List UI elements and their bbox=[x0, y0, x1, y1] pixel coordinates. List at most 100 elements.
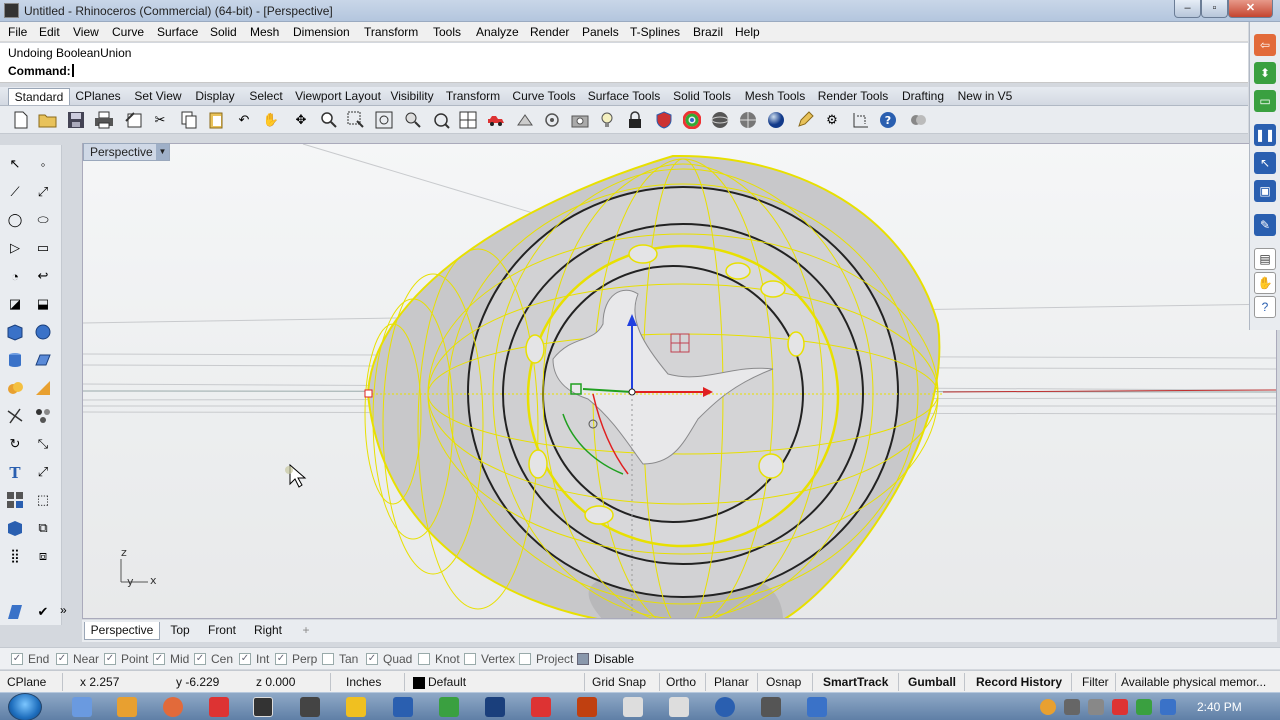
zoom-selected-icon[interactable] bbox=[402, 110, 424, 130]
status-cplane[interactable]: CPlane bbox=[7, 675, 46, 689]
pan-hand-icon[interactable]: ✋ bbox=[260, 110, 282, 130]
text-icon[interactable]: T bbox=[4, 461, 26, 483]
copy-icon[interactable] bbox=[178, 110, 200, 130]
pen-icon[interactable]: ✎ bbox=[1254, 214, 1276, 236]
tray-icon-4[interactable] bbox=[1112, 699, 1128, 715]
box-solid-icon[interactable] bbox=[4, 321, 26, 343]
pause-icon[interactable]: ❚❚ bbox=[1254, 124, 1276, 146]
tab-new-in-v5[interactable]: New in V5 bbox=[956, 88, 1014, 105]
monitor-icon[interactable]: ▣ bbox=[1254, 180, 1276, 202]
polygon-icon[interactable]: ▷ bbox=[4, 237, 26, 259]
osnap-mid-checkbox[interactable]: ✓ bbox=[153, 653, 165, 665]
menu-tsplines[interactable]: T-Splines bbox=[630, 25, 680, 39]
menu-edit[interactable]: Edit bbox=[39, 25, 60, 39]
tray-icon-3[interactable] bbox=[1088, 699, 1104, 715]
menu-file[interactable]: File bbox=[8, 25, 27, 39]
screen-icon[interactable]: ▭ bbox=[1254, 90, 1276, 112]
select-arrow-icon[interactable]: ↖ bbox=[4, 153, 26, 175]
rotate-icon[interactable]: ↻ bbox=[4, 433, 26, 455]
tab-curve-tools[interactable]: Curve Tools bbox=[510, 88, 578, 105]
menu-surface[interactable]: Surface bbox=[157, 25, 198, 39]
close-button[interactable]: ✕ bbox=[1228, 0, 1273, 18]
osnap-quad[interactable]: ✓ Quad bbox=[366, 652, 412, 666]
media-taskbar-icon[interactable] bbox=[117, 697, 137, 717]
osnap-disable[interactable]: Disable bbox=[577, 652, 634, 666]
osnap-vertex-checkbox[interactable] bbox=[464, 653, 476, 665]
paste-icon[interactable] bbox=[205, 110, 227, 130]
rotate-view-icon[interactable] bbox=[430, 110, 452, 130]
layer-color-swatch[interactable] bbox=[413, 677, 425, 689]
perspective-viewport[interactable]: z y x bbox=[82, 143, 1277, 619]
osnap-point[interactable]: ✓ Point bbox=[104, 652, 148, 666]
mesh-icon[interactable] bbox=[32, 349, 54, 371]
split-icon[interactable] bbox=[32, 377, 54, 399]
tab-viewport-layout[interactable]: Viewport Layout bbox=[294, 88, 382, 105]
boolean-icon[interactable] bbox=[4, 377, 26, 399]
extrude-curve-icon[interactable]: ⬓ bbox=[32, 293, 54, 315]
maximize-button[interactable]: ▫ bbox=[1201, 0, 1228, 18]
filter-toggle[interactable]: Filter bbox=[1082, 675, 1109, 689]
osnap-near-checkbox[interactable]: ✓ bbox=[56, 653, 68, 665]
wireframe-sphere-icon[interactable] bbox=[709, 110, 731, 130]
start-button[interactable] bbox=[8, 693, 42, 720]
more-tools-chevron-icon[interactable]: » bbox=[60, 603, 67, 617]
flash-taskbar-icon[interactable] bbox=[577, 697, 597, 717]
undo-panel-icon[interactable]: ⇦ bbox=[1254, 34, 1276, 56]
taskbar-clock[interactable]: 2:40 PM bbox=[1197, 700, 1242, 714]
osnap-end[interactable]: ✓ End bbox=[11, 652, 49, 666]
block-icon[interactable]: ⧈ bbox=[32, 545, 54, 567]
osnap-int[interactable]: ✓ Int bbox=[239, 652, 269, 666]
print-icon[interactable] bbox=[93, 110, 115, 130]
set-cplane-icon[interactable] bbox=[541, 110, 563, 130]
snapshot-icon[interactable] bbox=[569, 110, 591, 130]
menu-tools[interactable]: Tools bbox=[433, 25, 461, 39]
new-file-icon[interactable] bbox=[10, 110, 32, 130]
osnap-near[interactable]: ✓ Near bbox=[56, 652, 99, 666]
osnap-knot-checkbox[interactable] bbox=[418, 653, 430, 665]
control-point[interactable] bbox=[364, 389, 373, 398]
menu-solid[interactable]: Solid bbox=[210, 25, 237, 39]
ellipse-icon[interactable]: ⬭ bbox=[32, 209, 54, 231]
smarttrack-toggle[interactable]: SmartTrack bbox=[823, 675, 888, 689]
notes-taskbar-icon[interactable] bbox=[346, 697, 366, 717]
status-units[interactable]: Inches bbox=[346, 675, 381, 689]
viewport-menu-caret-icon[interactable]: ▼ bbox=[156, 144, 169, 160]
rhino-taskbar-icon[interactable] bbox=[253, 697, 273, 717]
menu-mesh[interactable]: Mesh bbox=[250, 25, 279, 39]
light-bulb-icon[interactable] bbox=[596, 110, 618, 130]
tab-render-tools[interactable]: Render Tools bbox=[816, 88, 890, 105]
tab-display[interactable]: Display bbox=[192, 88, 238, 105]
window-taskbar-icon[interactable] bbox=[761, 697, 781, 717]
explorer-taskbar-icon[interactable] bbox=[72, 697, 92, 717]
osnap-tan[interactable]: Tan bbox=[322, 652, 358, 666]
dots-array-icon[interactable]: ⣿ bbox=[4, 545, 26, 567]
osnap-mid[interactable]: ✓ Mid bbox=[153, 652, 189, 666]
open-folder-icon[interactable] bbox=[37, 110, 59, 130]
curve-cv-icon[interactable]: ⤢ bbox=[32, 181, 54, 203]
tray-icon-2[interactable] bbox=[1064, 699, 1080, 715]
zoom-window-icon[interactable] bbox=[345, 110, 367, 130]
point-icon[interactable]: ◦ bbox=[32, 153, 54, 175]
photoshop-taskbar-icon[interactable] bbox=[485, 697, 505, 717]
rendered-sphere-icon[interactable] bbox=[765, 110, 787, 130]
folder-taskbar-icon[interactable] bbox=[669, 697, 689, 717]
analyze-icon[interactable]: ⬚ bbox=[32, 489, 54, 511]
osnap-cen-checkbox[interactable]: ✓ bbox=[194, 653, 206, 665]
arc-icon[interactable]: ◔ bbox=[4, 265, 26, 287]
menu-render[interactable]: Render bbox=[530, 25, 569, 39]
help-bubble-icon[interactable]: ? bbox=[1254, 296, 1276, 318]
menu-view[interactable]: View bbox=[73, 25, 99, 39]
pointer-icon[interactable]: ↖ bbox=[1254, 152, 1276, 174]
record-history-toggle[interactable]: Record History bbox=[976, 675, 1062, 689]
tab-surface-tools[interactable]: Surface Tools bbox=[586, 88, 662, 105]
planar-toggle[interactable]: Planar bbox=[714, 675, 749, 689]
add-viewport-tab-button[interactable]: + bbox=[296, 622, 316, 640]
osnap-quad-checkbox[interactable]: ✓ bbox=[366, 653, 378, 665]
minimize-button[interactable]: – bbox=[1174, 0, 1201, 18]
grid-snap-toggle[interactable]: Grid Snap bbox=[592, 675, 646, 689]
tab-visibility[interactable]: Visibility bbox=[388, 88, 436, 105]
osnap-perp-checkbox[interactable]: ✓ bbox=[275, 653, 287, 665]
zoom-extents-icon[interactable] bbox=[373, 110, 395, 130]
scale-icon[interactable]: ⤡ bbox=[32, 433, 54, 455]
tray-icon-5[interactable] bbox=[1136, 699, 1152, 715]
